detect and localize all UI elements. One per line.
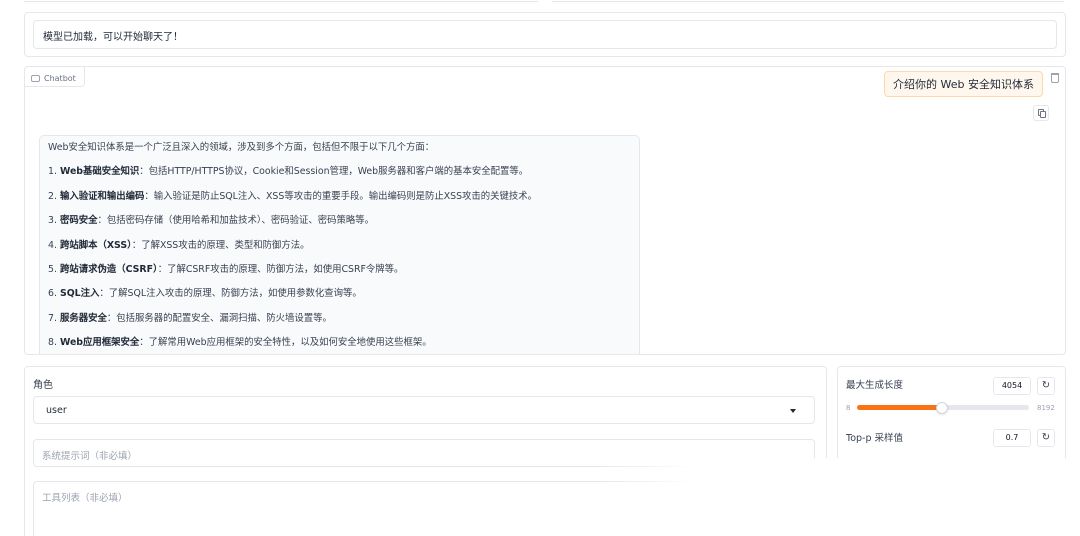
status-panel: 模型已加载，可以开始聊天了！ bbox=[24, 12, 1066, 57]
chatbot-panel: Chatbot 介绍你的 Web 安全知识体系 Web安全知识体系是一个广泛且深… bbox=[24, 66, 1066, 355]
top-p-number[interactable]: 0.7 bbox=[993, 429, 1031, 447]
list-item: 2. 输入验证和输出编码：输入验证是防止SQL注入、XSS等攻击的重要手段。输出… bbox=[48, 190, 538, 202]
trash-icon[interactable] bbox=[1051, 73, 1059, 83]
list-item: 4. 跨站脚本（XSS）：了解XSS攻击的原理、类型和防御方法。 bbox=[48, 239, 310, 251]
chatbot-label-text: Chatbot bbox=[44, 73, 76, 83]
list-item: 5. 跨站请求伪造（CSRF）：了解CSRF攻击的原理、防御方法，如使用CSRF… bbox=[48, 263, 404, 275]
list-item: 3. 密码安全：包括密码存储（使用哈希和加盐技术）、密码验证、密码策略等。 bbox=[48, 215, 375, 227]
role-label: 角色 bbox=[33, 380, 53, 391]
top-input-right[interactable] bbox=[552, 0, 1064, 2]
slider-fill bbox=[857, 405, 942, 410]
role-dropdown[interactable]: user bbox=[33, 396, 815, 424]
top-input-left[interactable] bbox=[24, 0, 538, 2]
max-length-slider[interactable] bbox=[857, 402, 1029, 414]
copy-button[interactable] bbox=[1033, 105, 1049, 121]
role-value: user bbox=[46, 405, 67, 416]
chatbot-label: Chatbot bbox=[25, 67, 85, 87]
list-item: 8. Web应用框架安全：了解常用Web应用框架的安全特性，以及如何安全地使用这… bbox=[48, 337, 432, 349]
top-p-reset-button[interactable]: ↻ bbox=[1037, 429, 1055, 447]
max-length-min: 8 bbox=[846, 404, 851, 412]
max-length-reset-button[interactable]: ↻ bbox=[1037, 377, 1055, 395]
top-inputs-partial bbox=[24, 0, 1064, 3]
user-message: 介绍你的 Web 安全知识体系 bbox=[884, 71, 1043, 97]
max-length-label: 最大生成长度 bbox=[846, 380, 904, 391]
max-length-max: 8192 bbox=[1037, 404, 1055, 412]
bot-message: Web安全知识体系是一个广泛且深入的领域，涉及到多个方面，包括但不限于以下几个方… bbox=[39, 135, 640, 354]
list-item: 6. SQL注入：了解SQL注入攻击的原理、防御方法，如使用参数化查询等。 bbox=[48, 288, 362, 300]
slider-thumb[interactable] bbox=[935, 402, 948, 414]
status-textbox[interactable]: 模型已加载，可以开始聊天了！ bbox=[33, 20, 1057, 49]
chat-icon bbox=[31, 74, 40, 82]
top-p-label: Top-p 采样值 bbox=[846, 433, 904, 444]
list-item: 1. Web基础安全知识：包括HTTP/HTTPS协议，Cookie和Sessi… bbox=[48, 166, 529, 178]
chat-app: 模型已加载，可以开始聊天了！ Chatbot 介绍你的 Web 安全知识体系 W… bbox=[0, 0, 1080, 536]
bot-intro: Web安全知识体系是一个广泛且深入的领域，涉及到多个方面，包括但不限于以下几个方… bbox=[48, 142, 435, 153]
chevron-down-icon bbox=[790, 409, 796, 413]
max-length-number[interactable]: 4054 bbox=[993, 377, 1031, 395]
list-item: 7. 服务器安全：包括服务器的配置安全、漏洞扫描、防火墙设置等。 bbox=[48, 312, 332, 324]
fade-overlay bbox=[600, 458, 1080, 536]
